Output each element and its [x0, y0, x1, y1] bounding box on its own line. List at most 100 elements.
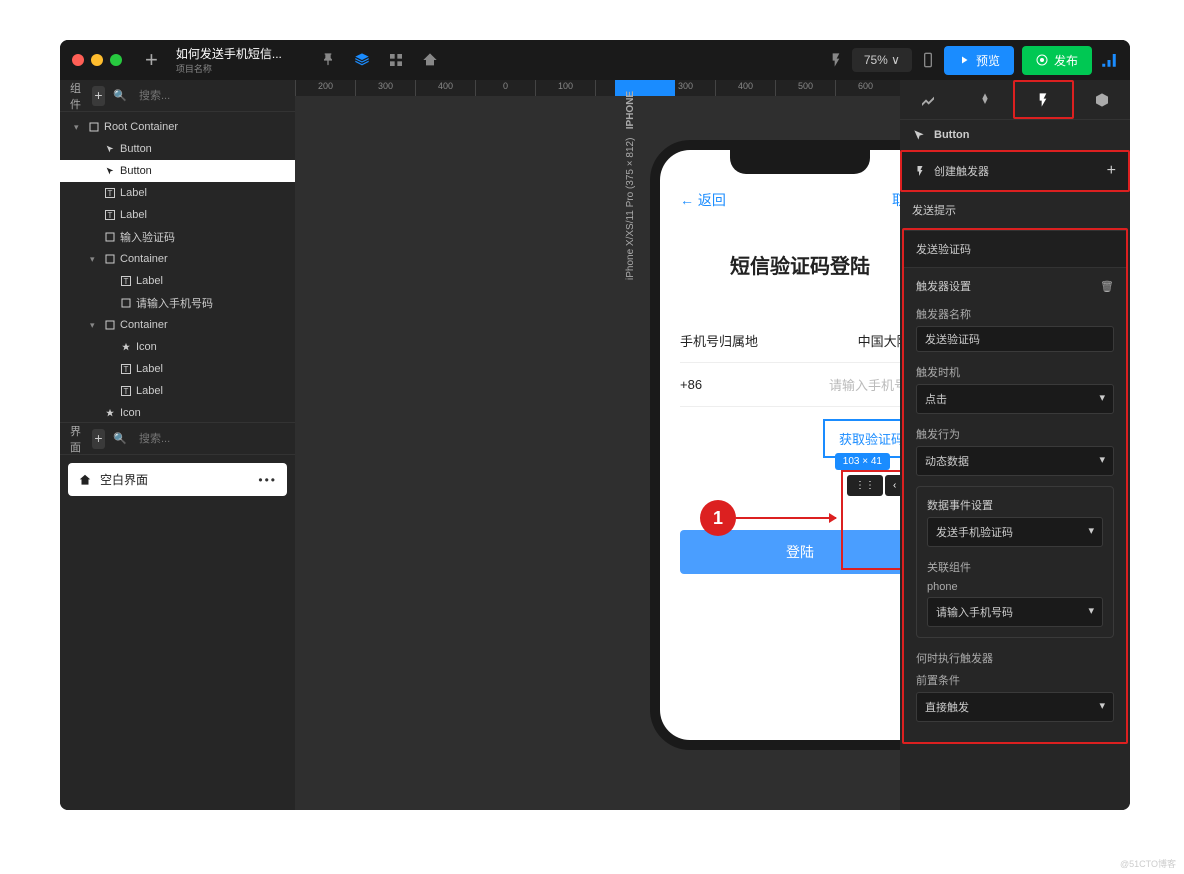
minimize-window-button[interactable] — [91, 54, 103, 66]
svg-text:T: T — [108, 211, 113, 220]
tab-triggers[interactable] — [1013, 80, 1074, 119]
when-exec-label: 何时执行触发器 — [916, 650, 1114, 666]
phone-frame: ← 返回 取消 短信验证码登陆 手机号归属地 中国大陆› +86 请输入手机号码 — [650, 140, 900, 750]
titlebar: + 如何发送手机短信... 项目名称 75% ∨ 预览 发布 — [60, 40, 1130, 80]
cursor-icon — [912, 128, 926, 142]
maximize-window-button[interactable] — [110, 54, 122, 66]
pages-label: 界面 — [70, 423, 84, 455]
phone-field-select[interactable]: 请输入手机号码▾ — [927, 597, 1103, 627]
watermark: @51CTO博客 — [1120, 857, 1176, 870]
data-event-select[interactable]: 发送手机验证码▾ — [927, 517, 1103, 547]
phone-field-label: phone — [927, 581, 1103, 593]
svg-text:T: T — [124, 277, 129, 286]
phone-field[interactable]: +86 请输入手机号码 — [680, 363, 900, 407]
close-window-button[interactable] — [72, 54, 84, 66]
canvas[interactable]: 2003004000100200300400500600 iPhone X/XS… — [295, 80, 900, 810]
cancel-button[interactable]: 取消 — [892, 190, 900, 210]
back-button[interactable]: ← 返回 — [680, 190, 726, 210]
cloud-icon[interactable] — [422, 52, 438, 68]
app-window: + 如何发送手机短信... 项目名称 75% ∨ 预览 发布 — [60, 40, 1130, 810]
tree-item[interactable]: TLabel — [60, 204, 295, 226]
project-title: 如何发送手机短信... 项目名称 — [176, 45, 282, 75]
pages-panel-header: 界面 + 🔍 — [60, 423, 295, 455]
precondition-select[interactable]: 直接触发▾ — [916, 692, 1114, 722]
window-controls — [72, 54, 122, 66]
plus-icon: + — [1107, 162, 1116, 180]
device-label: iPhone X/XS/11 Pro (375 × 812) IPHONE — [625, 91, 636, 280]
page-item-blank[interactable]: 空白界面 ••• — [68, 463, 287, 496]
related-comp-label: 关联组件 — [927, 559, 1103, 575]
tree-item[interactable]: Button — [60, 138, 295, 160]
trigger-action-label: 触发行为 — [916, 426, 1114, 442]
tree-item[interactable]: 请输入手机号码 — [60, 292, 295, 314]
tree-item[interactable]: ▾Container — [60, 314, 295, 336]
phone-screen: ← 返回 取消 短信验证码登陆 手机号归属地 中国大陆› +86 请输入手机号码 — [660, 150, 900, 740]
ruler-selection — [615, 80, 675, 96]
tree-item[interactable]: ▾Root Container — [60, 116, 295, 138]
delete-trigger-button[interactable]: 🗑 — [1100, 280, 1114, 293]
add-page-button[interactable]: + — [92, 429, 106, 449]
tree-item[interactable]: TLabel — [60, 270, 295, 292]
horizontal-ruler: 2003004000100200300400500600 — [295, 80, 900, 96]
tab-cube[interactable] — [1074, 80, 1131, 119]
page-label: 空白界面 — [100, 471, 148, 488]
data-event-box: 数据事件设置 发送手机验证码▾ 关联组件 phone 请输入手机号码▾ — [916, 486, 1114, 638]
send-tip-section: 发送提示 — [900, 192, 1130, 228]
page-search-input[interactable] — [135, 431, 285, 447]
trigger-time-label: 触发时机 — [916, 364, 1114, 380]
tree-item[interactable]: Icon — [60, 402, 295, 422]
preview-button[interactable]: 预览 — [944, 46, 1014, 75]
precondition-label: 前置条件 — [916, 672, 1114, 688]
add-tab-button[interactable]: + — [145, 47, 158, 73]
tree-item[interactable]: TLabel — [60, 380, 295, 402]
bolt-icon — [914, 165, 926, 177]
settings-icon[interactable] — [1100, 51, 1118, 69]
phone-notch — [730, 150, 870, 174]
annotation-box-1 — [841, 470, 900, 570]
add-component-button[interactable]: + — [92, 86, 106, 106]
svg-text:T: T — [124, 365, 129, 374]
trigger-name-input[interactable] — [916, 326, 1114, 352]
svg-text:T: T — [124, 387, 129, 396]
titlebar-tools — [320, 52, 438, 68]
bolt-toggle-icon[interactable] — [828, 52, 844, 68]
trigger-time-select[interactable]: 点击▾ — [916, 384, 1114, 414]
create-trigger-button[interactable]: 创建触发器 + — [900, 150, 1130, 192]
publish-button[interactable]: 发布 — [1022, 46, 1092, 75]
tree-item[interactable]: 输入验证码 — [60, 226, 295, 248]
inspector-tabs — [900, 80, 1130, 120]
trigger-action-select[interactable]: 动态数据▾ — [916, 446, 1114, 476]
tree-item[interactable]: TLabel — [60, 182, 295, 204]
grid-icon[interactable] — [388, 52, 404, 68]
left-panel: 组件 + 🔍 ▾Root ContainerButtonButtonTLabel… — [60, 80, 295, 810]
component-tree: ▾Root ContainerButtonButtonTLabelTLabel输… — [60, 112, 295, 422]
page-more-button[interactable]: ••• — [258, 473, 277, 487]
device-icon[interactable] — [920, 52, 936, 68]
right-panel: Button 创建触发器 + 发送提示 发送验证码 触发器设置 🗑 — [900, 80, 1130, 810]
tab-layout[interactable] — [957, 80, 1014, 119]
project-subtitle: 项目名称 — [176, 62, 282, 75]
svg-text:T: T — [108, 189, 113, 198]
region-field[interactable]: 手机号归属地 中国大陆› — [680, 319, 900, 363]
layers-icon[interactable] — [354, 52, 370, 68]
size-badge: 103 × 41 — [835, 453, 890, 470]
trigger-title: 发送验证码 — [904, 230, 1126, 268]
trigger-settings-label: 触发器设置 — [916, 278, 971, 294]
components-label: 组件 — [70, 80, 84, 112]
component-search-input[interactable] — [135, 88, 285, 104]
tree-item[interactable]: TLabel — [60, 358, 295, 380]
project-title-text: 如何发送手机短信... — [176, 45, 282, 62]
screen-heading: 短信验证码登陆 — [680, 250, 900, 279]
selected-component-header: Button — [900, 120, 1130, 150]
zoom-dropdown[interactable]: 75% ∨ — [852, 48, 912, 72]
tree-item[interactable]: Icon — [60, 336, 295, 358]
tree-item[interactable]: Button — [60, 160, 295, 182]
trigger-config-box: 发送验证码 触发器设置 🗑 触发器名称 触发时机 点击▾ 触发行为 动态数据▾ … — [902, 228, 1128, 744]
data-event-label: 数据事件设置 — [927, 500, 993, 512]
tab-style[interactable] — [900, 80, 957, 119]
annotation-1: 1 — [700, 500, 836, 536]
pin-icon[interactable] — [320, 52, 336, 68]
trigger-name-label: 触发器名称 — [916, 306, 1114, 322]
home-icon — [78, 473, 92, 487]
tree-item[interactable]: ▾Container — [60, 248, 295, 270]
